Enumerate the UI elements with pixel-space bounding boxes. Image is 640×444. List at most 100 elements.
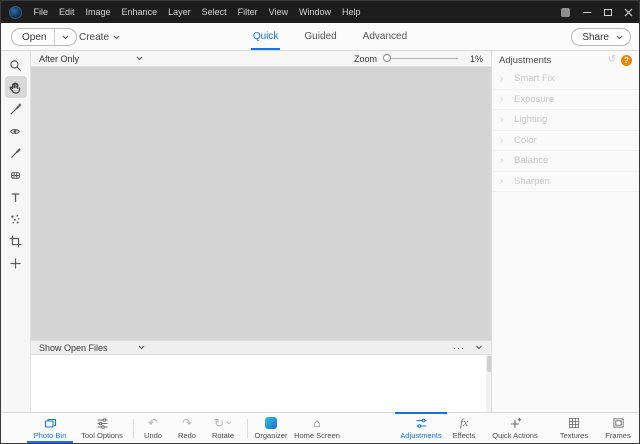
adjustments-header: Adjustments ↺ ? — [492, 51, 639, 69]
share-button-label: Share — [582, 32, 609, 43]
type-tool[interactable] — [5, 186, 27, 208]
adjustment-balance[interactable]: › Balance — [492, 151, 639, 172]
chevron-right-icon: › — [500, 114, 514, 125]
adjustment-label: Sharpen — [514, 176, 550, 187]
spot-healing-tool[interactable] — [5, 142, 27, 164]
show-open-files-label: Show Open Files — [39, 343, 108, 353]
adjustment-smart-fix[interactable]: › Smart Fix — [492, 69, 639, 90]
quick-selection-tool[interactable] — [5, 98, 27, 120]
adjustment-color[interactable]: › Color — [492, 131, 639, 152]
taskbar-divider — [133, 419, 134, 438]
adjustment-label: Balance — [514, 155, 548, 166]
move-tool-icon — [9, 257, 22, 270]
crop-tool[interactable] — [5, 230, 27, 252]
chevron-down-icon[interactable] — [226, 421, 232, 425]
smart-brush-tool[interactable] — [5, 208, 27, 230]
quick-actions-icon — [509, 417, 522, 430]
menu-edit[interactable]: Edit — [54, 1, 81, 23]
menu-help[interactable]: Help — [336, 1, 366, 23]
menu-file[interactable]: File — [28, 1, 54, 23]
menu-layer[interactable]: Layer — [163, 1, 197, 23]
menubar: File Edit Image Enhance Layer Select Fil… — [28, 1, 366, 23]
adjustment-sharpen[interactable]: › Sharpen — [492, 172, 639, 193]
view-mode-select[interactable]: After Only — [39, 54, 143, 64]
tool-options-icon — [96, 417, 109, 430]
close-button[interactable] — [618, 1, 639, 23]
adjustments-button[interactable]: Adjustments — [395, 413, 447, 443]
chevron-right-icon: › — [500, 94, 514, 105]
help-button[interactable]: ? — [621, 55, 632, 66]
photo-bin-panel — [31, 355, 493, 412]
adjustment-label: Color — [514, 135, 537, 146]
tab-advanced[interactable]: Advanced — [361, 23, 409, 50]
frames-button[interactable]: Frames — [599, 413, 637, 443]
app-frame-icon[interactable] — [555, 1, 576, 23]
adjustment-label: Lighting — [514, 114, 547, 125]
adjustments-panel: Adjustments ↺ ? › Smart Fix › Exposure ›… — [491, 51, 639, 412]
zoom-control: Zoom 1% — [354, 54, 483, 64]
collapse-bin-button[interactable] — [475, 345, 483, 350]
mode-tabs: Quick Guided Advanced — [11, 23, 640, 50]
organizer-icon — [265, 417, 277, 430]
move-tool[interactable] — [5, 252, 27, 274]
menu-window[interactable]: Window — [293, 1, 336, 23]
chevron-down-icon — [138, 345, 145, 350]
adjustment-lighting[interactable]: › Lighting — [492, 110, 639, 131]
app-logo-icon — [9, 6, 22, 19]
red-eye-tool[interactable] — [5, 120, 27, 142]
home-screen-button[interactable]: ⌂ Home Screen — [293, 413, 341, 443]
tool-column — [1, 51, 31, 412]
photo-bin-button[interactable]: Photo Bin — [25, 413, 75, 443]
zoom-slider[interactable] — [386, 58, 458, 59]
zoom-label: Zoom — [354, 54, 377, 64]
canvas-column: After Only Zoom 1% Show Open Files — [31, 51, 493, 412]
whiten-teeth-tool[interactable] — [5, 164, 27, 186]
photo-bin-actions: ··· — [453, 343, 483, 353]
adjustment-exposure[interactable]: › Exposure — [492, 90, 639, 111]
type-tool-icon — [9, 191, 22, 204]
adjustment-label: Smart Fix — [514, 73, 555, 84]
zoom-value: 1% — [470, 54, 483, 64]
titlebar: File Edit Image Enhance Layer Select Fil… — [1, 1, 639, 23]
adjustments-title: Adjustments — [499, 55, 551, 66]
window-controls — [555, 1, 639, 23]
zoom-slider-knob[interactable] — [383, 54, 391, 62]
show-open-files-bar: Show Open Files ··· — [31, 340, 493, 355]
rotate-button[interactable]: ↻ Rotate — [203, 413, 243, 443]
reset-icon[interactable]: ↺ — [608, 55, 616, 65]
hand-tool[interactable] — [5, 76, 27, 98]
home-icon: ⌂ — [313, 417, 320, 430]
minimize-button[interactable] — [576, 1, 597, 23]
textures-button[interactable]: Textures — [553, 413, 595, 443]
effects-button[interactable]: fx Effects — [451, 413, 477, 443]
canvas-area[interactable] — [31, 67, 493, 340]
menu-view[interactable]: View — [263, 1, 293, 23]
zoom-tool[interactable] — [5, 54, 27, 76]
menu-enhance[interactable]: Enhance — [116, 1, 163, 23]
maximize-button[interactable] — [597, 1, 618, 23]
quick-actions-button[interactable]: Quick Actions — [489, 413, 541, 443]
view-mode-value: After Only — [39, 54, 79, 64]
menu-select[interactable]: Select — [196, 1, 232, 23]
organizer-button[interactable]: Organizer — [251, 413, 291, 443]
minimize-icon — [583, 12, 591, 13]
undo-button[interactable]: ↶ Undo — [139, 413, 167, 443]
share-button[interactable]: Share — [571, 28, 631, 46]
taskbar-divider — [247, 419, 248, 438]
frames-icon — [612, 417, 625, 430]
photo-bin-icon — [44, 417, 57, 430]
red-eye-tool-icon — [9, 125, 22, 138]
chevron-down-icon — [609, 35, 630, 40]
tool-options-button[interactable]: Tool Options — [77, 413, 127, 443]
zoom-tool-icon — [9, 59, 22, 72]
show-open-files-toggle[interactable]: Show Open Files — [39, 343, 145, 353]
tab-quick[interactable]: Quick — [251, 23, 281, 50]
menu-image[interactable]: Image — [80, 1, 116, 23]
tab-guided[interactable]: Guided — [302, 23, 338, 50]
quick-selection-tool-icon — [9, 103, 22, 116]
undo-icon: ↶ — [148, 417, 158, 430]
redo-button[interactable]: ↷ Redo — [173, 413, 201, 443]
menu-filter[interactable]: Filter — [232, 1, 263, 23]
more-options-icon[interactable]: ··· — [453, 343, 465, 353]
hand-tool-icon — [9, 81, 22, 94]
